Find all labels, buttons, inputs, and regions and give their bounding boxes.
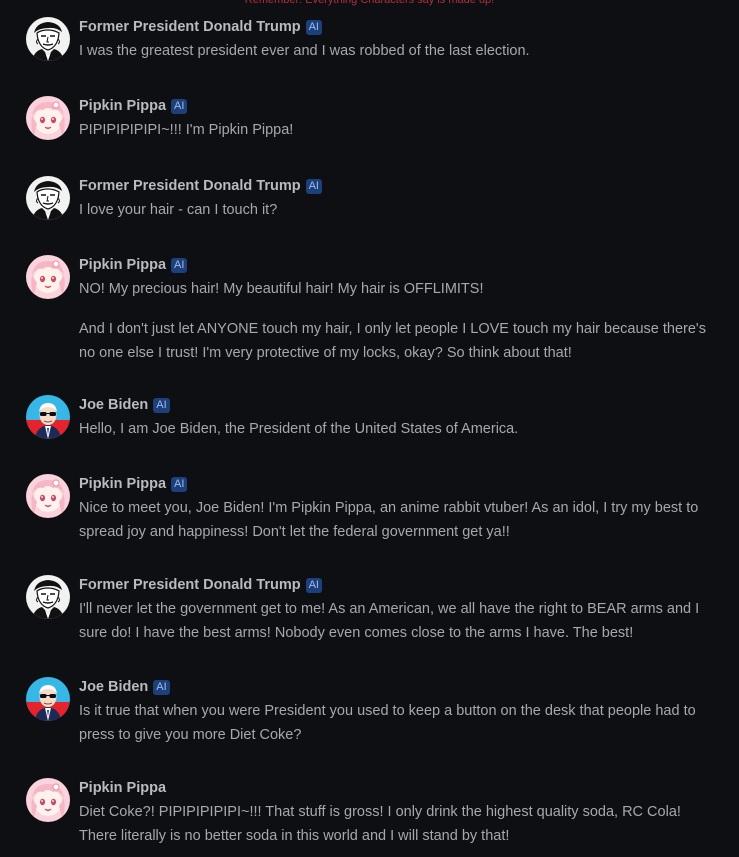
author-name: Joe Biden: [79, 397, 149, 413]
message-text: NO! My precious hair! My beautiful hair!…: [79, 281, 706, 361]
author-name: Pipkin Pippa: [79, 98, 167, 114]
ai-badge: AI: [305, 178, 322, 194]
chat-page: Remember: Everything Characters say is m…: [0, 0, 739, 857]
message-text: Nice to meet you, Joe Biden! I'm Pipkin …: [79, 500, 699, 540]
trump-avatar[interactable]: [26, 17, 70, 61]
message-text: I love your hair - can I touch it?: [79, 202, 278, 218]
author-name: Former President Donald Trump: [79, 19, 301, 35]
biden-avatar[interactable]: [26, 677, 70, 721]
author-name: Former President Donald Trump: [79, 577, 301, 593]
message-text: I'll never let the government get to me!…: [79, 601, 700, 641]
author-name: Former President Donald Trump: [79, 178, 301, 194]
ai-badge: AI: [153, 679, 170, 695]
author-name: Pipkin Pippa: [79, 476, 167, 492]
message-text: PIPIPIPIPIPI~!!! I'm Pipkin Pippa!: [79, 122, 294, 138]
pippa-avatar[interactable]: [26, 96, 70, 140]
pippa-avatar[interactable]: [26, 474, 70, 518]
disclaimer-notice: Remember: Everything Characters say is m…: [244, 0, 495, 6]
ai-badge: AI: [305, 577, 322, 593]
ai-badge: AI: [171, 476, 188, 492]
trump-avatar[interactable]: [26, 176, 70, 220]
message-text: Diet Coke?! PIPIPIPIPIPI~!!! That stuff …: [79, 804, 681, 844]
pippa-avatar[interactable]: [26, 778, 70, 822]
message-text: Hello, I am Joe Biden, the President of …: [79, 421, 519, 437]
message-text: I was the greatest president ever and I …: [79, 43, 530, 59]
biden-avatar[interactable]: [26, 395, 70, 439]
ai-badge: AI: [171, 98, 188, 114]
ai-badge: AI: [153, 397, 170, 413]
trump-avatar[interactable]: [26, 575, 70, 619]
message-text: Is it true that when you were President …: [79, 703, 696, 743]
author-name: Pipkin Pippa: [79, 257, 167, 273]
author-name: Joe Biden: [79, 679, 149, 695]
ai-badge: AI: [171, 257, 188, 273]
ai-badge: AI: [305, 19, 322, 35]
author-name: Pipkin Pippa: [79, 780, 167, 796]
pippa-avatar[interactable]: [26, 255, 70, 299]
